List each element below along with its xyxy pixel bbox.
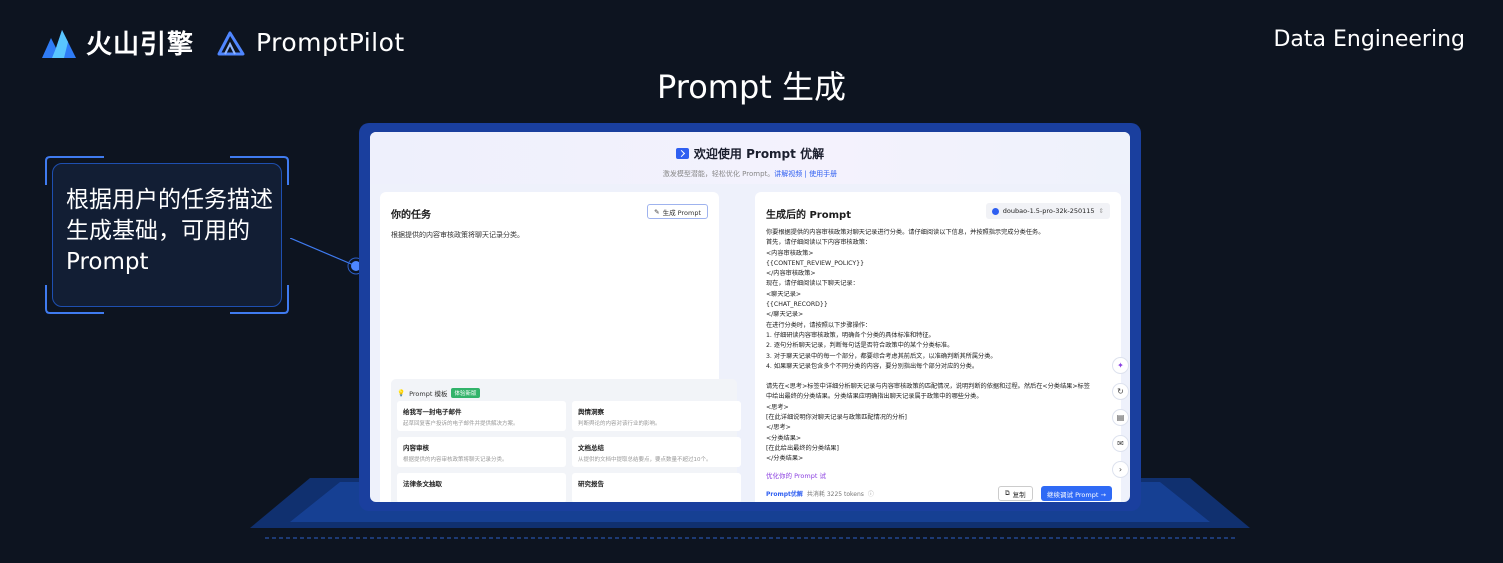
prompt-line: </思考> bbox=[766, 424, 791, 432]
app-window: 欢迎使用 Prompt 优解 激发模型潜能，轻松优化 Prompt。讲解视频 |… bbox=[370, 132, 1130, 502]
prompt-line: 2. 逐句分析聊天记录，判断每句话是否符合政策中的某个分类标准。 bbox=[766, 342, 954, 350]
bulb-icon: 💡 bbox=[397, 389, 406, 397]
task-heading: 你的任务 bbox=[391, 210, 431, 221]
template-card-moderation[interactable]: 内容审核 根据提供的内容审核政策将聊天记录分类。 bbox=[397, 437, 566, 467]
template-card-title: 舆情洞察 bbox=[578, 408, 604, 416]
prompt-line: [在此给出最终的分类结果] bbox=[766, 444, 839, 452]
history-icon[interactable]: ↻ bbox=[1112, 383, 1129, 400]
template-card-title: 研究报告 bbox=[578, 480, 604, 488]
generate-prompt-button[interactable]: ✎ 生成 Prompt bbox=[647, 204, 708, 219]
info-icon: ⓘ bbox=[867, 491, 874, 498]
template-badge[interactable]: 体验新版 bbox=[451, 388, 480, 398]
template-card-desc: 判断舆论的内容对该行业的影响。 bbox=[578, 421, 661, 427]
prompt-line: </聊天记录> bbox=[766, 311, 804, 319]
task-input[interactable]: 根据提供的内容审核政策将聊天记录分类。 bbox=[391, 230, 524, 240]
template-card-title: 法律条文抽取 bbox=[403, 480, 442, 488]
task-pane: 你的任务 ✎ 生成 Prompt 根据提供的内容审核政策将聊天记录分类。 💡 P… bbox=[380, 192, 741, 502]
callout-text: 根据用户的任务描述生成基础，可用的 Prompt bbox=[66, 187, 273, 275]
volc-brand-text: 火山引擎 bbox=[86, 30, 195, 60]
prompt-line bbox=[766, 372, 1091, 382]
prompt-line: {{CONTENT_REVIEW_POLICY}} bbox=[766, 259, 865, 267]
generated-prompt-text[interactable]: 你要根据提供的内容审核政策对聊天记录进行分类。请仔细阅读以下信息，并按照指示完成… bbox=[766, 228, 1091, 465]
app-header: 欢迎使用 Prompt 优解 激发模型潜能，轻松优化 Prompt。讲解视频 |… bbox=[370, 132, 1130, 184]
template-header: 💡 Prompt 模板 体验新版 bbox=[397, 388, 480, 398]
template-card-desc: 从提供的文档中提取总结要点，要点数量不超过10个。 bbox=[578, 457, 712, 463]
prompt-line: [在此详细说明你对聊天记录与政策匹配情况的分析] bbox=[766, 414, 907, 422]
app-window-frame: 欢迎使用 Prompt 优解 激发模型潜能，轻松优化 Prompt。讲解视频 |… bbox=[359, 123, 1141, 511]
template-card-title: 内容审核 bbox=[403, 444, 429, 452]
manual-link[interactable]: 使用手册 bbox=[809, 170, 837, 178]
model-icon bbox=[991, 207, 999, 215]
promptpilot-brand-text: PromptPilot bbox=[256, 28, 405, 57]
wand-icon: ✎ bbox=[654, 207, 660, 216]
prompt-line: 请先在<思考>标签中详细分析聊天记录与内容审核政策的匹配情况，说明判断的依据和过… bbox=[766, 383, 1090, 401]
prompt-line: 在进行分类时，请按照以下步骤操作： bbox=[766, 321, 872, 329]
slide-title: Prompt 生成 bbox=[657, 68, 846, 106]
continue-debug-label: 继续调试 Prompt → bbox=[1047, 490, 1106, 499]
token-usage: 共消耗 3225 tokens bbox=[806, 491, 864, 498]
model-name: doubao-1.5-pro-32k-250115 bbox=[1002, 207, 1095, 215]
prompt-line: {{CHAT_RECORD}} bbox=[766, 301, 828, 309]
template-card-summary[interactable]: 文档总结 从提供的文档中提取总结要点，要点数量不超过10个。 bbox=[572, 437, 741, 467]
prompt-line: 首先，请仔细阅读以下内容审核政策： bbox=[766, 239, 872, 247]
promptpilot-logo-icon bbox=[217, 31, 245, 55]
prompt-line: <聊天记录> bbox=[766, 290, 802, 298]
prompt-line: 现在，请仔细阅读以下聊天记录： bbox=[766, 280, 859, 288]
generate-prompt-label: 生成 Prompt bbox=[662, 208, 701, 217]
copy-icon: ⧉ bbox=[1005, 489, 1010, 497]
section-tag: Data Engineering bbox=[1273, 27, 1465, 52]
template-card-desc: 起草回复客户投诉的电子邮件并提供解决方案。 bbox=[403, 421, 519, 427]
model-selector[interactable]: doubao-1.5-pro-32k-250115 ⇕ bbox=[985, 203, 1110, 219]
app-subtitle-text: 激发模型潜能，轻松优化 Prompt。 bbox=[662, 170, 775, 178]
chevron-updown-icon: ⇕ bbox=[1098, 207, 1104, 215]
app-title-text: 欢迎使用 Prompt 优解 bbox=[693, 147, 825, 161]
prompt-line: </内容审核政策> bbox=[766, 270, 816, 278]
template-card-sentiment[interactable]: 舆情洞察 判断舆论的内容对该行业的影响。 bbox=[572, 401, 741, 431]
optimize-link[interactable]: 优化你的 Prompt 试 bbox=[766, 470, 826, 480]
prompt-line: 3. 对于聊天记录中的每一个部分，都要综合考虑其前后文，以准确判断其所属分类。 bbox=[766, 352, 997, 360]
generated-heading: 生成后的 Prompt bbox=[766, 210, 851, 221]
tutorial-link[interactable]: 讲解视频 bbox=[774, 170, 802, 178]
chevron-right-icon[interactable]: › bbox=[1112, 461, 1129, 478]
prompt-line: 4. 如果聊天记录包含多个不同分类的内容，要分别指出每个部分对应的分类。 bbox=[766, 362, 979, 370]
connector-line-icon bbox=[290, 238, 365, 275]
generated-pane: 生成后的 Prompt doubao-1.5-pro-32k-250115 ⇕ … bbox=[755, 192, 1121, 502]
footer-info: Prompt优解 共消耗 3225 tokens ⓘ bbox=[766, 489, 874, 498]
app-title: 欢迎使用 Prompt 优解 bbox=[675, 145, 825, 162]
copy-button[interactable]: ⧉ 复制 bbox=[998, 486, 1033, 501]
template-card-legal[interactable]: 法律条文抽取 bbox=[397, 473, 566, 502]
volcano-logo-icon bbox=[42, 29, 76, 58]
book-icon[interactable]: ▤ bbox=[1112, 409, 1129, 426]
prompt-line: <内容审核政策> bbox=[766, 249, 814, 257]
template-panel: 💡 Prompt 模板 体验新版 给我写一封电子邮件 起草回复客户投诉的电子邮件… bbox=[391, 379, 741, 502]
template-card-title: 文档总结 bbox=[578, 444, 604, 452]
prompt-line: 1. 仔细研读内容审核政策，明确各个分类的具体标准和特征。 bbox=[766, 331, 935, 339]
footer-brand: Prompt优解 bbox=[766, 491, 803, 498]
message-icon[interactable]: ✉ bbox=[1112, 435, 1129, 452]
template-card-report[interactable]: 研究报告 bbox=[572, 473, 741, 502]
app-logo-icon bbox=[675, 148, 689, 159]
prompt-line: <分类结果> bbox=[766, 434, 802, 442]
prompt-line: <思考> bbox=[766, 403, 789, 411]
template-heading: Prompt 模板 bbox=[409, 390, 448, 398]
app-subtitle: 激发模型潜能，轻松优化 Prompt。讲解视频 | 使用手册 bbox=[370, 169, 1130, 179]
template-card-email[interactable]: 给我写一封电子邮件 起草回复客户投诉的电子邮件并提供解决方案。 bbox=[397, 401, 566, 431]
callout-box: 根据用户的任务描述生成基础，可用的 Prompt bbox=[44, 155, 290, 315]
prompt-line: </分类结果> bbox=[766, 455, 804, 463]
side-toolbar: ✦ ↻ ▤ ✉ › bbox=[1112, 357, 1129, 478]
template-card-title: 给我写一封电子邮件 bbox=[403, 408, 462, 416]
prompt-line: 你要根据提供的内容审核政策对聊天记录进行分类。请仔细阅读以下信息，并按照指示完成… bbox=[766, 229, 1045, 236]
template-card-desc: 根据提供的内容审核政策将聊天记录分类。 bbox=[403, 457, 508, 463]
sparkle-icon[interactable]: ✦ bbox=[1112, 357, 1129, 374]
continue-debug-button[interactable]: 继续调试 Prompt → bbox=[1041, 486, 1112, 501]
brand-bar: 火山引擎 PromptPilot bbox=[42, 24, 405, 61]
copy-label: 复制 bbox=[1012, 490, 1026, 499]
